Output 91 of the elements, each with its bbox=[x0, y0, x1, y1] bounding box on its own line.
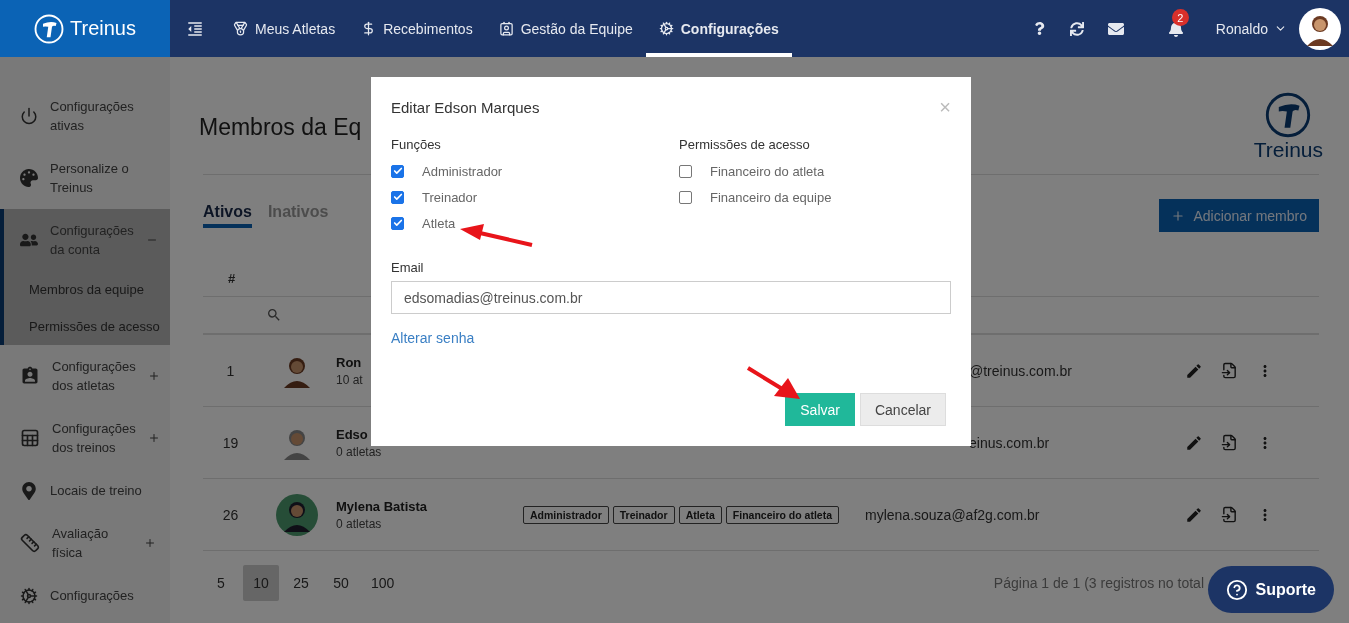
pencil-icon[interactable] bbox=[1185, 361, 1203, 380]
file-arrow-icon[interactable] bbox=[1221, 433, 1238, 452]
contact-card-icon bbox=[498, 21, 514, 36]
athlete-count: 0 atletas bbox=[336, 444, 383, 459]
sidebar-item[interactable]: Configurações da conta bbox=[0, 209, 170, 271]
ruler-icon bbox=[20, 533, 40, 553]
nav-item[interactable]: Gestão da Equipe bbox=[485, 0, 646, 57]
page-size-option[interactable]: 25 bbox=[283, 565, 319, 601]
save-button[interactable]: Salvar bbox=[785, 393, 855, 426]
row-number: 1 bbox=[225, 362, 236, 379]
row-number: 19 bbox=[221, 434, 240, 451]
member-name: Edso bbox=[336, 426, 369, 442]
page-title: Membros da Eq bbox=[199, 113, 362, 141]
sidebar-item[interactable]: Configurações ativas bbox=[0, 85, 170, 147]
user-avatar bbox=[1299, 7, 1341, 50]
nav-item[interactable]: Recebimentos bbox=[348, 0, 486, 57]
roles-heading: Funções bbox=[391, 137, 442, 152]
plus-icon[interactable] bbox=[144, 537, 156, 549]
checkbox-label: Financeiro da equipe bbox=[710, 189, 832, 205]
medal-icon bbox=[233, 21, 248, 36]
member-email: mylena.souza@af2g.com.br bbox=[865, 506, 1041, 523]
map-pin-icon bbox=[20, 481, 38, 500]
page-size-option[interactable]: 100 bbox=[363, 565, 403, 601]
user-name[interactable]: Ronaldo bbox=[1215, 20, 1268, 37]
logo-text: Treinus bbox=[70, 17, 136, 40]
gears-icon bbox=[658, 21, 674, 36]
plus-icon bbox=[1171, 208, 1186, 223]
member-name: Mylena Batista bbox=[336, 498, 429, 514]
users-icon bbox=[20, 231, 38, 249]
role-tag: Atleta bbox=[678, 505, 722, 524]
member-avatar bbox=[276, 493, 318, 536]
page-size-option[interactable]: 50 bbox=[323, 565, 359, 601]
logo[interactable]: Treinus bbox=[0, 0, 170, 57]
file-arrow-icon[interactable] bbox=[1221, 361, 1238, 380]
column-header: # bbox=[226, 270, 237, 286]
role-tag: Treinador bbox=[612, 505, 675, 524]
checkbox[interactable] bbox=[679, 164, 692, 178]
plus-icon[interactable] bbox=[147, 370, 160, 382]
id-badge-icon bbox=[20, 366, 40, 386]
support-button[interactable]: Suporte bbox=[1207, 566, 1334, 613]
notification-badge: 2 bbox=[1171, 9, 1189, 26]
pencil-icon[interactable] bbox=[1185, 433, 1203, 452]
checkbox-label: Administrador bbox=[422, 163, 503, 179]
dialog-title: Editar Edson Marques bbox=[391, 98, 540, 116]
athlete-count: 0 atletas bbox=[336, 516, 383, 531]
sidebar-item[interactable]: Personalize o Treinus bbox=[0, 147, 170, 209]
email-field[interactable]: edsomadias@treinus.com.br bbox=[391, 281, 951, 314]
email-label: Email bbox=[391, 260, 425, 275]
logo-emblem-icon bbox=[34, 13, 64, 44]
checkbox-label: Financeiro do atleta bbox=[710, 163, 825, 179]
page-size-option[interactable]: 5 bbox=[203, 565, 239, 601]
table-gear-icon bbox=[20, 428, 40, 448]
nav-item[interactable]: Meus Atletas bbox=[220, 0, 349, 57]
cancel-button[interactable]: Cancelar bbox=[859, 393, 946, 426]
file-arrow-icon[interactable] bbox=[1221, 505, 1238, 524]
checkbox[interactable] bbox=[679, 190, 692, 204]
checkbox-label: Atleta bbox=[422, 215, 456, 231]
member-name: Ron bbox=[336, 354, 363, 370]
help-icon bbox=[1225, 578, 1248, 601]
page-size-option[interactable]: 10 bbox=[243, 565, 279, 601]
permissions-heading: Permissões de acesso bbox=[679, 137, 811, 152]
logo-text: Treinus bbox=[1253, 138, 1323, 162]
sidebar-item[interactable]: Locais de treino bbox=[0, 469, 170, 512]
pointer-arrow bbox=[746, 366, 802, 400]
search-icon[interactable] bbox=[266, 307, 282, 323]
palette-icon bbox=[20, 169, 38, 187]
gear-icon bbox=[20, 586, 38, 605]
sidebar-item[interactable]: Configurações dos treinos bbox=[0, 407, 170, 469]
role-tag: Administrador bbox=[523, 505, 609, 524]
sidebar-item[interactable]: Configurações bbox=[0, 574, 170, 617]
power-icon bbox=[20, 107, 38, 125]
checkbox[interactable] bbox=[391, 164, 404, 178]
change-password-link[interactable]: Alterar senha bbox=[391, 330, 475, 346]
add-member-button[interactable]: Adicionar membro bbox=[1159, 199, 1319, 232]
sidebar-item[interactable]: Configurações dos atletas bbox=[0, 345, 170, 407]
member-email: einus.com.br bbox=[968, 434, 1051, 451]
sidebar-subitem[interactable]: Permissões de acesso bbox=[0, 308, 170, 345]
page-info: Página 1 de 1 (3 registros no total bbox=[993, 575, 1204, 591]
checkbox[interactable] bbox=[391, 190, 404, 204]
role-tag: Financeiro do atleta bbox=[725, 505, 839, 524]
sidebar-item[interactable]: Avaliação física bbox=[0, 512, 170, 574]
tab[interactable]: Ativos bbox=[203, 203, 252, 228]
plus-icon[interactable] bbox=[147, 432, 160, 444]
row-number: 26 bbox=[221, 506, 240, 523]
checkbox[interactable] bbox=[391, 216, 404, 230]
logo-emblem-icon bbox=[1265, 92, 1312, 138]
pencil-icon[interactable] bbox=[1185, 505, 1203, 524]
sidebar-subitem[interactable]: Membros da equipe bbox=[0, 271, 170, 308]
athlete-count: 10 at bbox=[336, 372, 364, 387]
member-email: @treinus.com.br bbox=[968, 362, 1073, 379]
checkbox-label: Treinador bbox=[422, 189, 478, 205]
